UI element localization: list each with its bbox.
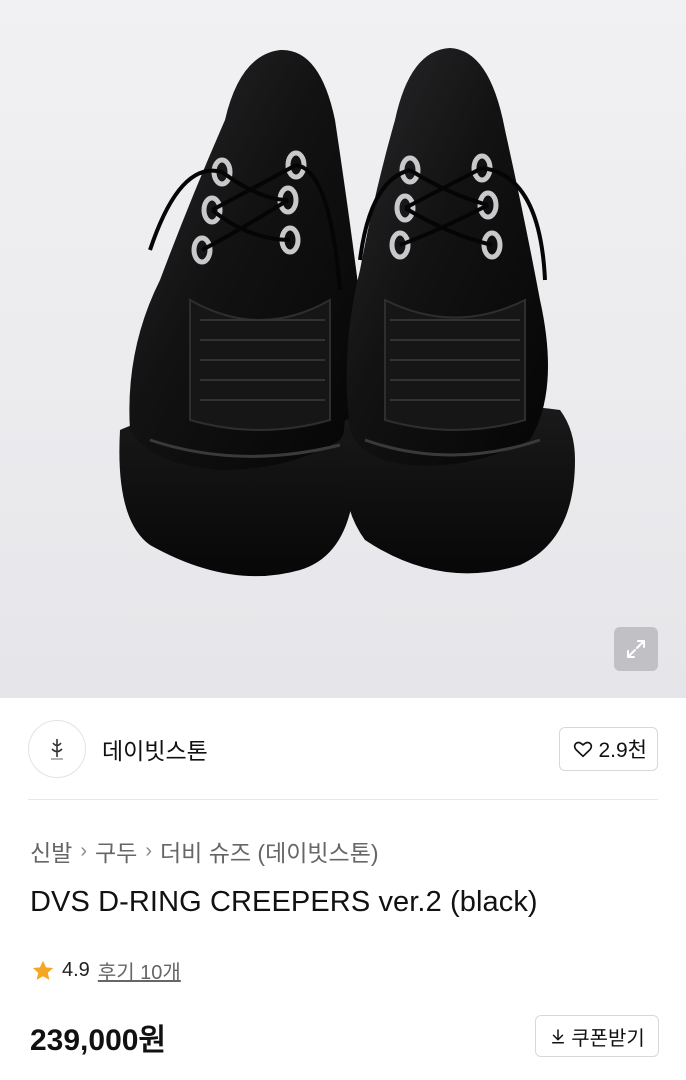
product-image[interactable] — [0, 0, 686, 698]
reviews-link[interactable]: 후기 10개 — [98, 956, 181, 985]
rating-row: 4.9 후기 10개 — [30, 956, 181, 985]
coupon-button[interactable]: 쿠폰받기 — [535, 1015, 659, 1057]
breadcrumb-item[interactable]: 구두 — [95, 834, 137, 868]
like-button[interactable]: 2.9천 — [559, 727, 658, 771]
product-title: DVS D-RING CREEPERS ver.2 (black) — [30, 886, 538, 918]
expand-icon — [627, 640, 645, 658]
breadcrumb: 신발 › 구두 › 더비 슈즈 (데이빗스톤) — [30, 834, 379, 868]
chevron-right-icon: › — [145, 839, 152, 862]
expand-button[interactable] — [614, 627, 658, 671]
breadcrumb-item[interactable]: 신발 — [30, 834, 72, 868]
download-icon — [552, 1029, 565, 1044]
store-logo[interactable] — [28, 720, 86, 778]
store-logo-mark — [51, 739, 63, 760]
heart-icon — [574, 741, 593, 758]
price: 239,000원 — [30, 1024, 167, 1057]
store-row[interactable]: 데이빗스톤 2.9천 — [28, 718, 658, 780]
shoes-photo — [119, 48, 575, 577]
chevron-right-icon: › — [80, 839, 87, 862]
divider — [28, 799, 658, 800]
breadcrumb-item[interactable]: 더비 슈즈 (데이빗스톤) — [160, 834, 379, 868]
like-count: 2.9천 — [598, 739, 647, 762]
coupon-label: 쿠폰받기 — [571, 1027, 645, 1050]
rating-value: 4.9 — [62, 959, 90, 981]
store-name[interactable]: 데이빗스톤 — [102, 732, 208, 766]
star-icon — [32, 960, 54, 980]
